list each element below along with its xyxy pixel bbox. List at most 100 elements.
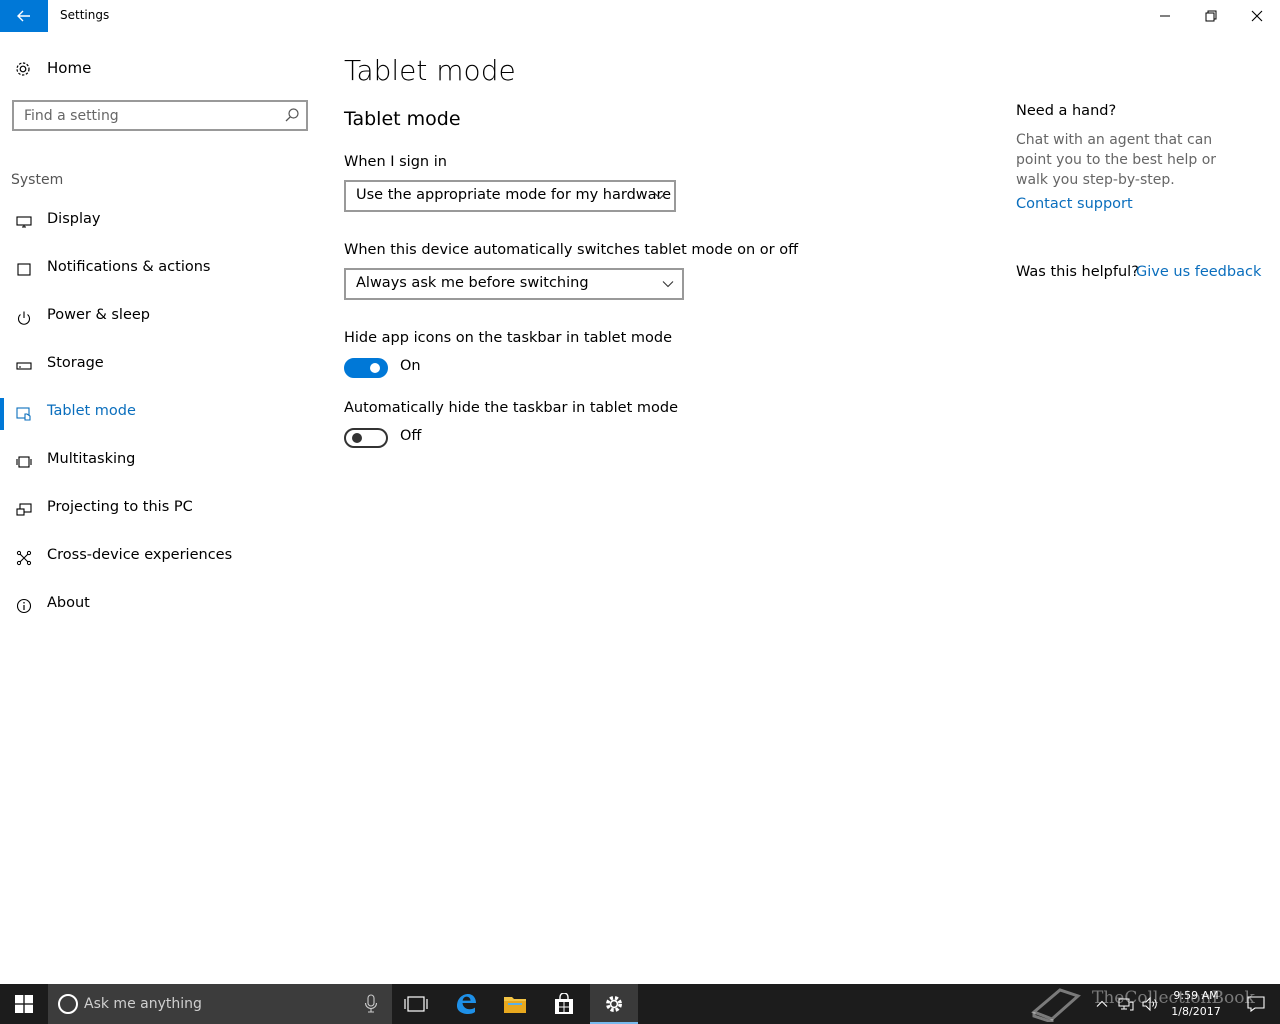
cortana-search-box[interactable] xyxy=(48,984,392,1024)
help-title: Need a hand? xyxy=(1016,103,1117,119)
power-icon xyxy=(18,311,30,325)
hide-icons-toggle-row: On xyxy=(344,356,544,380)
sidebar-item-label: Notifications & actions xyxy=(47,259,211,275)
gear-icon xyxy=(606,996,622,1012)
clock-date: 1/8/2017 xyxy=(1171,1005,1221,1018)
section-title: Tablet mode xyxy=(344,108,461,130)
sidebar-item-label: Tablet mode xyxy=(47,403,136,419)
hide-taskbar-label: Automatically hide the taskbar in tablet… xyxy=(344,400,679,416)
sidebar-item-about[interactable]: About xyxy=(0,584,320,632)
title-bar: Settings xyxy=(0,0,1280,32)
sidebar-item-label: Home xyxy=(47,59,92,77)
sign-in-dropdown[interactable]: Use the appropriate mode for my hardware xyxy=(344,180,676,212)
sidebar-item-label: Display xyxy=(47,211,101,227)
sidebar-item-power-sleep[interactable]: Power & sleep xyxy=(0,296,320,344)
book-logo-icon xyxy=(1031,988,1081,1022)
sidebar-item-multitasking[interactable]: Multitasking xyxy=(0,440,320,488)
section-label-system: System xyxy=(11,172,64,188)
close-icon xyxy=(1251,10,1263,22)
sign-in-label: When I sign in xyxy=(344,154,447,170)
store-bag-icon xyxy=(555,993,573,1014)
sidebar-item-label: Cross-device experiences xyxy=(47,547,233,563)
sidebar-item-label: Projecting to this PC xyxy=(47,499,193,515)
gear-icon xyxy=(16,62,30,76)
sidebar-item-home[interactable]: Home xyxy=(0,52,320,88)
hide-taskbar-state: Off xyxy=(400,428,422,444)
search-icon xyxy=(285,108,299,122)
back-arrow-icon xyxy=(17,10,30,22)
chevron-up-icon xyxy=(1096,1000,1108,1007)
hide-taskbar-toggle[interactable] xyxy=(344,428,388,448)
sidebar-item-storage[interactable]: Storage xyxy=(0,344,320,392)
microphone-icon[interactable] xyxy=(364,994,378,1014)
cortana-search-input[interactable] xyxy=(84,995,344,1013)
clock-time: 9:59 AM xyxy=(1173,989,1219,1002)
info-icon xyxy=(16,598,32,614)
start-button[interactable] xyxy=(0,984,48,1024)
auto-switch-value: Always ask me before switching xyxy=(356,275,589,291)
sidebar-item-label: Power & sleep xyxy=(47,307,150,323)
chevron-down-icon xyxy=(654,193,666,200)
sidebar: Home System Display Notifications & acti… xyxy=(0,32,320,984)
tablet-mode-icon xyxy=(16,407,31,421)
restore-button[interactable] xyxy=(1188,0,1234,32)
close-button[interactable] xyxy=(1234,0,1280,32)
sidebar-item-label: Storage xyxy=(47,355,104,371)
give-feedback-link[interactable]: Give us feedback xyxy=(1136,264,1261,280)
folder-icon xyxy=(504,997,526,1013)
search-input[interactable] xyxy=(24,107,274,125)
edge-browser-button[interactable] xyxy=(442,984,490,1024)
restore-icon xyxy=(1205,10,1217,22)
auto-switch-dropdown[interactable]: Always ask me before switching xyxy=(344,268,684,300)
minimize-button[interactable] xyxy=(1142,0,1188,32)
sidebar-item-notifications[interactable]: Notifications & actions xyxy=(0,248,320,296)
clock[interactable]: 9:59 AM 1/8/2017 xyxy=(1168,988,1224,1020)
helpful-question: Was this helpful? xyxy=(1016,264,1139,280)
action-center-icon xyxy=(1247,996,1265,1013)
hide-icons-label: Hide app icons on the taskbar in tablet … xyxy=(344,330,673,346)
store-button[interactable] xyxy=(540,984,588,1024)
edge-browser-icon xyxy=(457,994,476,1014)
help-text: Chat with an agent that can point you to… xyxy=(1016,132,1217,188)
projecting-icon xyxy=(16,503,32,516)
sidebar-item-label: Multitasking xyxy=(47,451,136,467)
network-icon xyxy=(1118,998,1134,1011)
search-box[interactable] xyxy=(12,100,308,131)
volume-icon xyxy=(1142,996,1157,1012)
show-hidden-icons-button[interactable] xyxy=(1090,984,1114,1024)
display-icon xyxy=(16,216,32,228)
sidebar-item-projecting[interactable]: Projecting to this PC xyxy=(0,488,320,536)
taskbar: TheCollectionBook 9:59 AM 1/8/2017 xyxy=(0,984,1280,1024)
minimize-icon xyxy=(1160,15,1170,17)
multitasking-icon xyxy=(16,456,32,468)
network-button[interactable] xyxy=(1114,984,1138,1024)
action-center-button[interactable] xyxy=(1232,984,1280,1024)
task-view-icon xyxy=(404,996,428,1012)
auto-switch-label: When this device automatically switches … xyxy=(344,242,799,258)
page-title: Tablet mode xyxy=(344,54,516,87)
sidebar-item-label: About xyxy=(47,595,90,611)
cross-device-icon xyxy=(16,550,32,566)
nav-list: Display Notifications & actions Power & … xyxy=(0,200,320,632)
contact-support-link[interactable]: Contact support xyxy=(1016,196,1133,212)
sidebar-item-tablet-mode[interactable]: Tablet mode xyxy=(0,392,320,440)
hide-taskbar-toggle-row: Off xyxy=(344,426,544,450)
task-view-button[interactable] xyxy=(392,984,440,1024)
cortana-icon xyxy=(58,994,78,1014)
volume-button[interactable] xyxy=(1138,984,1164,1024)
search-button[interactable] xyxy=(284,107,300,127)
window-title: Settings xyxy=(60,8,110,22)
toggle-knob xyxy=(370,363,380,373)
toggle-knob xyxy=(352,433,362,443)
file-explorer-button[interactable] xyxy=(491,984,539,1024)
back-button[interactable] xyxy=(0,0,48,32)
sidebar-item-cross-device[interactable]: Cross-device experiences xyxy=(0,536,320,584)
windows-logo-icon xyxy=(15,995,33,1013)
chevron-down-icon xyxy=(662,281,674,288)
hide-icons-toggle[interactable] xyxy=(344,358,388,378)
hide-icons-state: On xyxy=(400,358,421,374)
settings-taskbar-button[interactable] xyxy=(590,984,638,1024)
sign-in-value: Use the appropriate mode for my hardware xyxy=(356,187,672,203)
storage-icon xyxy=(16,362,32,370)
sidebar-item-display[interactable]: Display xyxy=(0,200,320,248)
